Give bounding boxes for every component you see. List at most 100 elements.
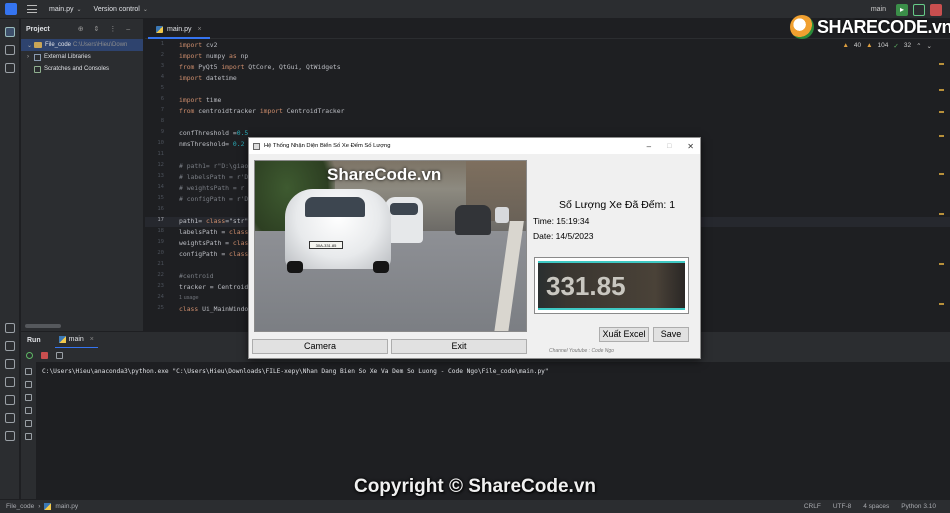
save-button[interactable]: Save (653, 327, 689, 342)
code-line: import cv2 (179, 41, 218, 49)
python-file-icon (58, 335, 66, 343)
maximize-icon[interactable]: □ (667, 143, 671, 150)
scroll-to-end-icon[interactable] (25, 407, 32, 414)
sharecode-logo: SHARECODE.vn (790, 13, 950, 41)
chevron-down-icon[interactable]: ⌄ (927, 42, 932, 50)
code-line: from PyQt5 import QtCore, QtGui, QtWidge… (179, 63, 341, 71)
breadcrumb-project[interactable]: File_code (6, 503, 34, 510)
line-number: 3 (160, 63, 164, 69)
horizontal-scrollbar[interactable] (25, 324, 61, 328)
scroll-marker[interactable] (939, 303, 944, 305)
typo-icon: ✓ (893, 43, 899, 50)
line-number: 23 (157, 283, 164, 289)
inspection-widget[interactable]: ▲ 40 ▲ 104 ✓ 32 ⌃ ⌄ (842, 42, 932, 50)
hamburger-menu-icon[interactable] (27, 5, 37, 13)
chevron-right-icon[interactable]: › (27, 54, 34, 60)
indent-setting[interactable]: 4 spaces (863, 503, 889, 510)
python-packages-icon[interactable] (4, 341, 15, 351)
window-titlebar[interactable]: Hệ Thống Nhận Diện Biển Số Xe Đếm Số Lượ… (249, 138, 700, 154)
camera-button[interactable]: Camera (252, 339, 388, 354)
line-number: 2 (160, 52, 164, 58)
tab-label: main.py (167, 26, 192, 33)
tree-item-scratches[interactable]: Scratches and Consoles (21, 63, 143, 75)
soft-wrap-icon[interactable] (25, 394, 32, 401)
date-label: Date: 14/5/2023 (533, 231, 594, 241)
scroll-marker[interactable] (939, 135, 944, 137)
project-tool-icon[interactable] (4, 27, 15, 37)
scroll-marker[interactable] (939, 111, 944, 113)
branch-selector[interactable]: main (871, 6, 886, 13)
tree-item-external-libraries[interactable]: › External Libraries (21, 51, 143, 63)
scroll-marker[interactable] (939, 89, 944, 91)
interpreter-selector[interactable]: Python 3.10 (901, 503, 936, 510)
line-number: 7 (160, 107, 164, 113)
project-panel-title[interactable]: Project (26, 26, 50, 33)
project-selector[interactable]: main.py (49, 6, 74, 13)
git-icon[interactable] (4, 431, 15, 441)
code-line: # path1= r"D:\giao (179, 162, 249, 170)
project-panel-header: Project ⊕ ⇕ ⋮ – (21, 19, 143, 39)
chevron-up-icon[interactable]: ⌃ (916, 42, 921, 50)
run-tool-icon[interactable] (4, 323, 15, 333)
arrow-down-icon[interactable] (25, 381, 32, 388)
status-bar: File_code › main.py CRLF UTF-8 4 spaces … (0, 499, 950, 513)
problems-icon[interactable] (4, 413, 15, 423)
line-number: 12 (157, 162, 164, 168)
line-number: 11 (157, 151, 164, 157)
tab-run-main[interactable]: main × (54, 332, 98, 349)
vcs-selector[interactable]: Version control (94, 6, 140, 13)
run-tab-label: main (68, 335, 84, 343)
export-excel-button[interactable]: Xuất Excel (599, 327, 649, 342)
line-separator[interactable]: CRLF (804, 503, 821, 510)
code-line: import numpy as np (179, 52, 249, 60)
warnings-count: 40 (853, 42, 862, 49)
trash-icon[interactable] (25, 433, 32, 440)
print-icon[interactable] (25, 420, 32, 427)
structure-tool-icon[interactable] (4, 45, 15, 55)
close-icon[interactable]: × (198, 26, 202, 33)
python-file-icon (156, 26, 163, 33)
minimize-icon[interactable]: – (647, 142, 651, 151)
more-options-icon[interactable] (56, 351, 63, 359)
usage-hint[interactable]: 1 usage (179, 295, 199, 301)
tab-main-py[interactable]: main.py × (148, 22, 210, 39)
services-icon[interactable] (4, 377, 15, 387)
scroll-marker[interactable] (939, 263, 944, 265)
plate-crop-image: 331.85 (538, 261, 685, 310)
copyright-watermark: Copyright © ShareCode.vn (353, 476, 597, 497)
project-panel-actions[interactable]: ⊕ ⇕ ⋮ – (78, 25, 134, 33)
left-tool-strip (0, 19, 20, 499)
tree-item-label: File_code (45, 42, 72, 48)
scroll-marker[interactable] (939, 213, 944, 215)
editor-scrollbar[interactable] (939, 53, 944, 331)
code-line: import time (179, 96, 222, 104)
stop-icon[interactable] (41, 351, 48, 359)
chevron-down-icon[interactable]: ⌄ (27, 42, 34, 49)
tree-item-file-code[interactable]: ⌄ File_code C:\Users\Hieu\Down (21, 39, 143, 51)
breadcrumb-file[interactable]: main.py (55, 503, 78, 510)
arrow-up-icon[interactable] (25, 368, 32, 375)
file-encoding[interactable]: UTF-8 (833, 503, 851, 510)
line-number: 14 (157, 184, 164, 190)
scroll-marker[interactable] (939, 63, 944, 65)
app-logo-icon (5, 3, 17, 15)
terminal-icon[interactable] (4, 395, 15, 405)
chevron-down-icon: ⌄ (76, 6, 82, 13)
more-tools-icon[interactable] (4, 63, 15, 73)
scroll-marker[interactable] (939, 173, 944, 175)
tree-item-path: C:\Users\Hieu\Down (73, 42, 128, 48)
chevron-down-icon: ⌄ (142, 6, 148, 13)
code-line: import datetime (179, 74, 237, 82)
close-icon[interactable]: × (90, 336, 94, 343)
close-icon[interactable]: ✕ (687, 142, 694, 151)
typo-count: 32 (903, 42, 912, 49)
line-number: 16 (157, 206, 164, 212)
python-console-icon[interactable] (4, 359, 15, 369)
plate-recognition-window: Hệ Thống Nhận Diện Biển Số Xe Đếm Số Lượ… (248, 137, 701, 359)
exit-button[interactable]: Exit (391, 339, 527, 354)
car-image (455, 205, 491, 235)
console-command-line: C:\Users\Hieu\anaconda3\python.exe "C:\U… (42, 368, 549, 375)
line-number: 17 (157, 217, 164, 223)
vehicle-count-label: Số Lượng Xe Đã Đếm: 1 (559, 199, 676, 211)
rerun-icon[interactable] (26, 351, 33, 359)
